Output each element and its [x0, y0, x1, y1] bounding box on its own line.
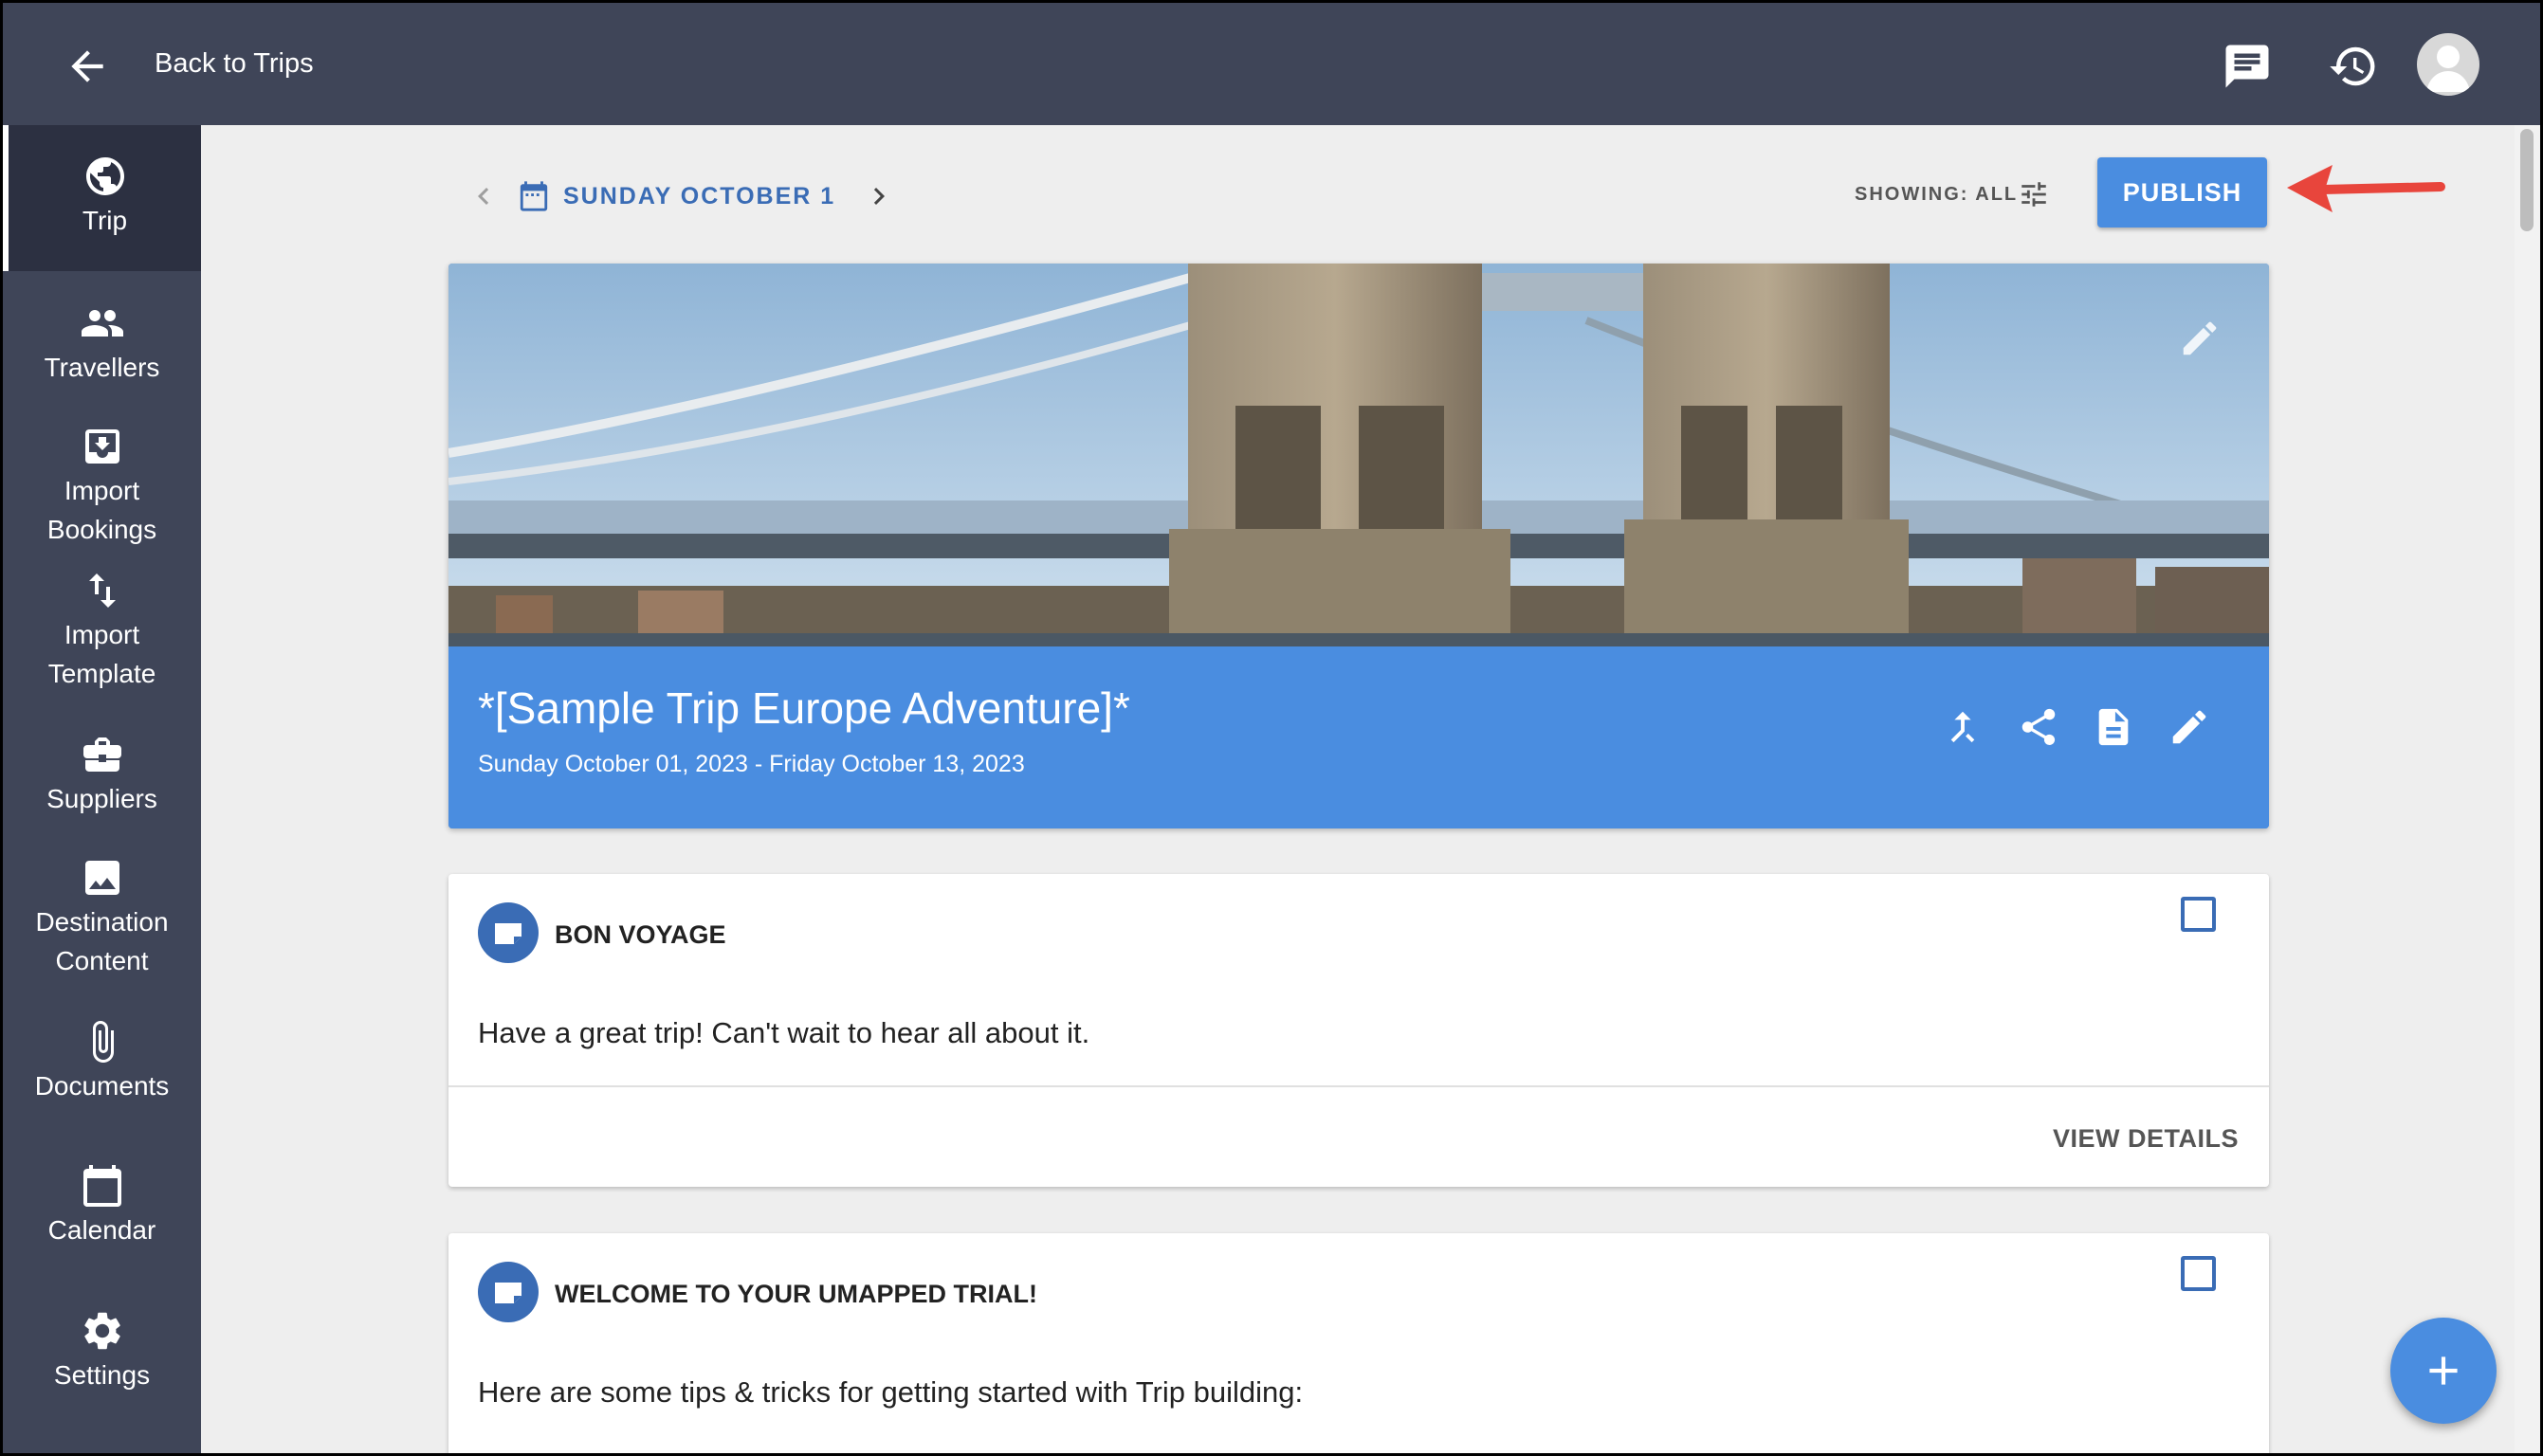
- people-icon: [81, 310, 123, 337]
- merge-icon[interactable]: [1941, 705, 1985, 749]
- scrollbar[interactable]: [2515, 125, 2540, 1453]
- date-navigator: SUNDAY OCTOBER 1: [467, 175, 896, 217]
- tower-bridge-image: [448, 264, 2269, 646]
- calendar-icon[interactable]: [518, 180, 550, 212]
- image-icon: [84, 861, 119, 895]
- trip-title: *[Sample Trip Europe Adventure]*: [478, 683, 1130, 733]
- sidebar-item-label: Documents: [34, 1071, 170, 1101]
- sidebar-item-documents[interactable]: Documents: [3, 1019, 201, 1105]
- edit-cover-icon[interactable]: [2178, 317, 2222, 360]
- trip-dates: Sunday October 01, 2023 - Friday October…: [478, 751, 1025, 777]
- plus-icon: [2429, 1356, 2458, 1385]
- sidebar-item-label: Trip: [82, 206, 128, 235]
- note-badge: [478, 902, 539, 963]
- card-checkbox[interactable]: [2181, 897, 2216, 932]
- card-title: WELCOME TO YOUR UMAPPED TRIAL!: [555, 1280, 1038, 1308]
- sidebar-item-import-template[interactable]: Import Template: [3, 568, 201, 693]
- user-silhouette-icon: [2426, 46, 2470, 92]
- note-badge: [478, 1262, 539, 1322]
- sidebar-item-label: Import Template: [47, 620, 156, 688]
- card-title: BON VOYAGE: [555, 920, 726, 949]
- sidebar-item-label: Destination Content: [35, 907, 169, 975]
- tune-icon[interactable]: [2018, 178, 2050, 210]
- back-to-trips-link[interactable]: Back to Trips: [155, 48, 314, 80]
- annotation-arrow-icon: [2287, 165, 2445, 212]
- sidebar-item-import-bookings[interactable]: Import Bookings: [3, 424, 201, 549]
- sidebar-item-label: Travellers: [44, 353, 160, 382]
- briefcase-icon: [82, 737, 121, 772]
- share-icon[interactable]: [2017, 705, 2060, 749]
- main-content: SUNDAY OCTOBER 1 SHOWING: ALL PUBLISH *[…: [201, 125, 2515, 1453]
- note-icon: [495, 1283, 521, 1303]
- app-window: Back to Trips Trip Travellers Import Boo…: [3, 3, 2540, 1453]
- card-checkbox[interactable]: [2181, 1256, 2216, 1291]
- gear-icon: [83, 1312, 120, 1350]
- welcome-trial-card: WELCOME TO YOUR UMAPPED TRIAL! Here are …: [448, 1233, 2269, 1453]
- publish-button[interactable]: PUBLISH: [2097, 157, 2267, 228]
- chevron-left-icon[interactable]: [467, 179, 501, 213]
- card-body-text: Have a great trip! Can't wait to hear al…: [478, 1016, 1090, 1049]
- back-arrow-icon[interactable]: [64, 43, 111, 90]
- document-icon[interactable]: [2092, 705, 2135, 749]
- sidebar-item-suppliers[interactable]: Suppliers: [3, 732, 201, 818]
- sidebar-item-calendar[interactable]: Calendar: [3, 1163, 201, 1249]
- trip-header-card: *[Sample Trip Europe Adventure]* Sunday …: [448, 264, 2269, 828]
- sidebar-item-label: Calendar: [47, 1215, 156, 1245]
- card-body-text: Here are some tips & tricks for getting …: [478, 1375, 1304, 1409]
- swap-vert-icon: [88, 573, 116, 608]
- bon-voyage-card: BON VOYAGE Have a great trip! Can't wait…: [448, 874, 2269, 1187]
- chevron-right-icon[interactable]: [862, 179, 896, 213]
- paperclip-icon: [92, 1021, 114, 1063]
- sidebar-item-label: Suppliers: [46, 784, 157, 813]
- current-date[interactable]: SUNDAY OCTOBER 1: [563, 183, 835, 210]
- view-details-button[interactable]: VIEW DETAILS: [2053, 1124, 2239, 1154]
- calendar-icon: [82, 1165, 121, 1207]
- scrollbar-thumb[interactable]: [2520, 129, 2534, 231]
- chat-icon[interactable]: [2222, 41, 2273, 92]
- import-icon: [84, 429, 119, 464]
- sidebar-item-label: Import Bookings: [46, 476, 157, 544]
- sidebar-item-travellers[interactable]: Travellers: [3, 300, 201, 387]
- trip-title-band: *[Sample Trip Europe Adventure]* Sunday …: [448, 646, 2269, 828]
- sidebar-item-label: Settings: [53, 1360, 151, 1390]
- sidebar: Trip Travellers Import Bookings Import T…: [3, 125, 201, 1453]
- showing-filter-label[interactable]: SHOWING: ALL: [1855, 184, 2018, 206]
- edit-icon[interactable]: [2168, 705, 2211, 749]
- sidebar-item-settings[interactable]: Settings: [3, 1308, 201, 1394]
- add-item-fab[interactable]: [2390, 1318, 2497, 1424]
- card-divider: [448, 1085, 2269, 1087]
- note-icon: [495, 923, 521, 944]
- globe-icon: [85, 157, 124, 195]
- history-icon[interactable]: [2328, 41, 2379, 92]
- top-bar: Back to Trips: [3, 3, 2540, 125]
- sidebar-item-destination-content[interactable]: Destination Content: [3, 855, 201, 980]
- avatar[interactable]: [2417, 33, 2479, 96]
- sidebar-item-trip[interactable]: Trip: [3, 125, 201, 271]
